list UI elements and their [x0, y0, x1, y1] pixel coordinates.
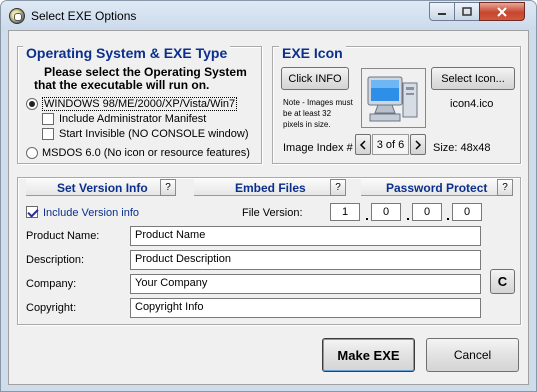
tab-set-version-info-label: Set Version Info: [57, 181, 148, 195]
copyright-input[interactable]: Copyright Info: [130, 298, 481, 318]
include-version-label[interactable]: Include Version info: [43, 207, 139, 219]
app-icon: [9, 8, 25, 24]
image-index-label: Image Index #: [283, 142, 353, 154]
os-instruction-line2: that the executable will run on.: [34, 78, 210, 92]
tab-embed-files[interactable]: Embed Files ?: [194, 178, 346, 196]
windows-radio-label[interactable]: WINDOWS 98/ME/2000/XP/Vista/Win7: [42, 97, 238, 111]
image-index-value: 3 of 6: [372, 134, 409, 155]
copyright-label: Copyright:: [26, 302, 77, 314]
window-title: Select EXE Options: [31, 9, 137, 23]
file-version-label: File Version:: [242, 207, 303, 219]
version-dot: [366, 218, 368, 220]
embed-files-help-button[interactable]: ?: [330, 179, 346, 196]
maximize-icon: [462, 7, 472, 16]
icon-group-title: EXE Icon: [279, 45, 346, 61]
image-index-next-button[interactable]: [410, 134, 426, 155]
cancel-button[interactable]: Cancel: [426, 338, 519, 372]
file-version-revision[interactable]: 0: [412, 203, 442, 221]
click-info-button[interactable]: Click INFO: [281, 67, 349, 90]
minimize-button[interactable]: [429, 2, 455, 21]
start-invisible-checkbox[interactable]: [42, 128, 54, 140]
msdos-radio-label[interactable]: MSDOS 6.0 (No icon or resource features): [42, 147, 250, 159]
icon-note: Note - Images must be at least 32 pixels…: [283, 97, 353, 130]
product-name-input[interactable]: Product Name: [130, 226, 481, 246]
include-version-checkbox[interactable]: [26, 206, 38, 218]
chevron-left-icon: [359, 139, 366, 150]
admin-manifest-label[interactable]: Include Administrator Manifest: [59, 113, 206, 125]
version-dot: [407, 218, 409, 220]
close-icon: [497, 6, 507, 17]
version-dot: [447, 218, 449, 220]
msdos-radio[interactable]: [26, 147, 38, 159]
icon-size: Size: 48x48: [433, 142, 491, 154]
password-protect-help-button[interactable]: ?: [497, 179, 513, 196]
tab-password-protect[interactable]: Password Protect ?: [361, 178, 513, 196]
image-index-prev-button[interactable]: [355, 134, 371, 155]
file-version-minor[interactable]: 0: [371, 203, 401, 221]
minimize-icon: [438, 12, 446, 15]
tab-password-protect-label: Password Protect: [386, 181, 488, 195]
computer-icon: [367, 76, 418, 122]
windows-radio[interactable]: [26, 98, 38, 110]
tab-set-version-info[interactable]: Set Version Info ?: [26, 178, 176, 196]
tab-embed-files-label: Embed Files: [235, 181, 306, 195]
make-exe-label: Make EXE: [337, 347, 400, 363]
maximize-button[interactable]: [454, 2, 480, 21]
admin-manifest-checkbox[interactable]: [42, 113, 54, 125]
product-name-label: Product Name:: [26, 230, 100, 242]
company-input[interactable]: Your Company: [130, 274, 481, 294]
file-version-build[interactable]: 0: [452, 203, 482, 221]
icon-note-text: Note - Images must be at least 32 pixels…: [283, 98, 353, 129]
set-version-help-button[interactable]: ?: [160, 179, 176, 196]
chevron-right-icon: [415, 139, 422, 150]
dialog-window: Select EXE Options Operating System & EX…: [0, 0, 537, 392]
select-icon-button[interactable]: Select Icon...: [431, 67, 515, 90]
c-button[interactable]: C: [490, 269, 515, 294]
icon-filename: icon4.ico: [450, 98, 494, 110]
description-input[interactable]: Product Description: [130, 250, 481, 270]
os-group-title: Operating System & EXE Type: [23, 45, 231, 61]
description-label: Description:: [26, 254, 85, 266]
start-invisible-label[interactable]: Start Invisible (NO CONSOLE window): [59, 128, 249, 140]
cancel-label: Cancel: [453, 348, 492, 362]
title-bar[interactable]: Select EXE Options: [1, 1, 536, 30]
make-exe-button[interactable]: Make EXE: [322, 338, 415, 372]
os-instruction-line1: Please select the Operating System: [44, 65, 247, 79]
company-label: Company:: [26, 278, 77, 290]
icon-preview: [361, 68, 426, 128]
close-button[interactable]: [479, 2, 525, 21]
dialog-client-area: Operating System & EXE Type Please selec…: [8, 30, 529, 385]
file-version-major[interactable]: 1: [330, 203, 360, 221]
